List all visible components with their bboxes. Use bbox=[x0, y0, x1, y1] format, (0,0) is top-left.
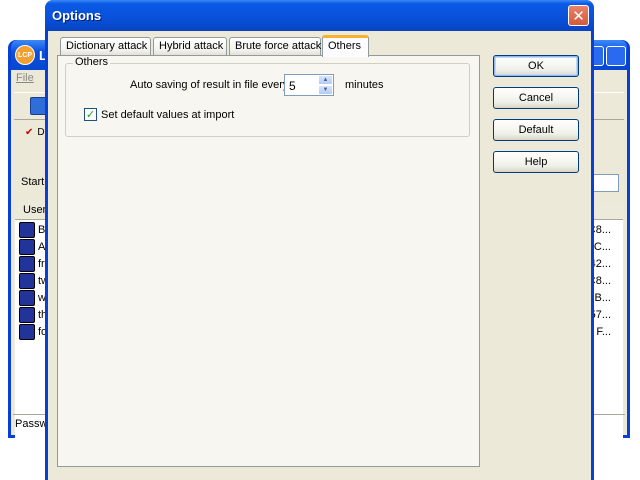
chevron-up-icon[interactable]: ▲ bbox=[318, 75, 333, 85]
user-icon bbox=[19, 324, 35, 340]
user-icon bbox=[19, 273, 35, 289]
others-groupbox: Others Auto saving of result in file eve… bbox=[65, 56, 470, 137]
cancel-button[interactable]: Cancel bbox=[493, 87, 579, 109]
close-icon: ✕ bbox=[572, 6, 585, 25]
stepper-buttons: ▲ ▼ bbox=[318, 75, 333, 95]
dialog-client: Dictionary attack Hybrid attack Brute fo… bbox=[48, 31, 591, 480]
autosave-label: Auto saving of result in file every bbox=[130, 79, 289, 91]
autosave-minutes-stepper[interactable]: 5 ▲ ▼ bbox=[284, 74, 334, 96]
background-check-label: D bbox=[37, 127, 45, 138]
set-default-values-row[interactable]: ✓ Set default values at import bbox=[84, 108, 234, 121]
list-item[interactable]: fo bbox=[19, 324, 47, 340]
help-button[interactable]: Help bbox=[493, 151, 579, 173]
list-header-user: User bbox=[23, 204, 47, 216]
background-starting-label: Starti bbox=[21, 176, 47, 188]
tab-brute-force-attack[interactable]: Brute force attack bbox=[229, 37, 321, 55]
tab-others[interactable]: Others bbox=[322, 35, 369, 57]
list-item-value: F... bbox=[596, 326, 611, 338]
dialog-title: Options bbox=[52, 8, 102, 23]
user-icon bbox=[19, 256, 35, 272]
list-item[interactable]: Bi bbox=[19, 222, 48, 238]
groupbox-title: Others bbox=[73, 56, 111, 68]
minutes-label: minutes bbox=[345, 79, 384, 91]
set-default-values-label[interactable]: Set default values at import bbox=[101, 109, 234, 121]
dialog-titlebar[interactable]: Options ✕ bbox=[45, 0, 594, 31]
close-button[interactable]: ✕ bbox=[568, 5, 589, 26]
default-button[interactable]: Default bbox=[493, 119, 579, 141]
list-item[interactable]: wi bbox=[19, 290, 48, 306]
set-default-values-checkbox[interactable]: ✓ bbox=[84, 108, 97, 121]
user-icon bbox=[19, 239, 35, 255]
list-item-value: B... bbox=[594, 292, 611, 304]
close-icon bbox=[606, 46, 626, 66]
autosave-minutes-value[interactable]: 5 bbox=[289, 79, 296, 93]
user-icon bbox=[19, 222, 35, 238]
list-item[interactable]: th bbox=[19, 307, 47, 323]
lcp-app-icon: LCP bbox=[15, 45, 35, 65]
background-checkbox[interactable]: ✔ D bbox=[25, 127, 45, 138]
ok-button[interactable]: OK bbox=[493, 55, 579, 77]
user-icon bbox=[19, 290, 35, 306]
options-dialog: Options ✕ Dictionary attack Hybrid attac… bbox=[45, 0, 594, 480]
user-icon bbox=[19, 307, 35, 323]
tab-hybrid-attack[interactable]: Hybrid attack bbox=[153, 37, 227, 55]
chevron-down-icon[interactable]: ▼ bbox=[318, 85, 333, 95]
list-item-value: C... bbox=[593, 241, 611, 253]
tab-dictionary-attack[interactable]: Dictionary attack bbox=[60, 37, 151, 55]
tab-panel-others: Others Auto saving of result in file eve… bbox=[57, 55, 480, 467]
menu-file[interactable]: File bbox=[16, 72, 34, 84]
